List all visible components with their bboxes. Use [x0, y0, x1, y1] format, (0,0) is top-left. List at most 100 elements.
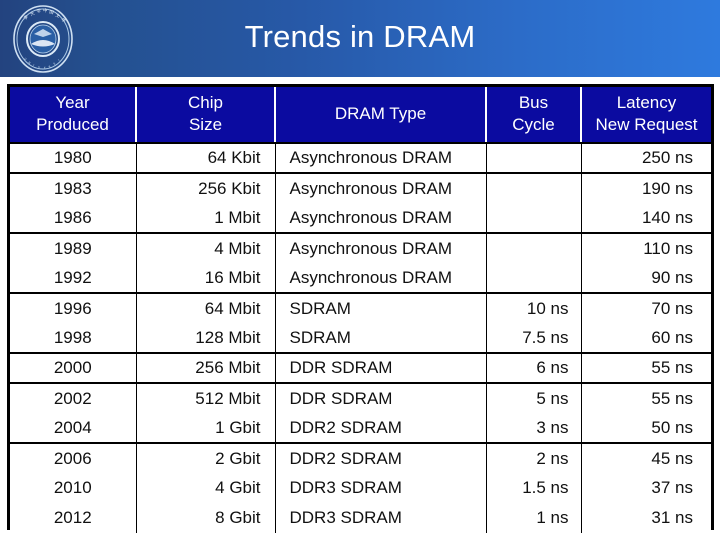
column-header-latency-line1: Latency — [616, 92, 677, 112]
table-row: 2010 4 Gbit DDR3 SDRAM 1.5 ns 37 ns — [10, 473, 711, 503]
cell-dram-type: Asynchronous DRAM — [274, 143, 486, 174]
cell-chip-size: 64 Mbit — [135, 293, 275, 323]
cell-dram-type: DDR SDRAM — [274, 383, 486, 413]
table-row: 1992 16 Mbit Asynchronous DRAM 90 ns — [10, 263, 711, 294]
cell-chip-size: 16 Mbit — [135, 263, 275, 294]
column-header-chip-size-line2: Size — [188, 114, 223, 134]
cell-bus-cycle: 2 ns — [485, 443, 581, 473]
cell-year-produced: 1996 — [10, 293, 136, 323]
svg-text:E: E — [44, 66, 46, 70]
cell-chip-size: 4 Mbit — [135, 233, 275, 263]
table-row: 1998 128 Mbit SDRAM 7.5 ns 60 ns — [10, 323, 711, 354]
cell-bus-cycle: 1.5 ns — [485, 473, 581, 503]
column-header-latency-line2: New Request — [595, 114, 698, 134]
column-header-chip-size-line1: Chip — [188, 92, 223, 112]
cell-year-produced: 1998 — [10, 323, 136, 354]
table-row: 1989 4 Mbit Asynchronous DRAM 110 ns — [10, 233, 711, 263]
cell-dram-type: Asynchronous DRAM — [274, 233, 486, 263]
cell-year-produced: 1980 — [10, 143, 136, 174]
cell-bus-cycle — [485, 263, 581, 294]
cell-dram-type: DDR2 SDRAM — [274, 413, 486, 444]
page-title: Trends in DRAM — [244, 19, 476, 54]
table-header-row: Year Produced Chip Size DRAM Type Bus Cy… — [10, 87, 711, 144]
cell-latency-new-request: 250 ns — [580, 143, 711, 174]
svg-text:中: 中 — [43, 7, 47, 14]
cell-latency-new-request: 50 ns — [580, 413, 711, 444]
cell-chip-size: 64 Kbit — [135, 143, 275, 174]
column-header-year-produced-line2: Produced — [36, 114, 109, 134]
dram-trends-table-container: Year Produced Chip Size DRAM Type Bus Cy… — [7, 84, 714, 533]
cell-bus-cycle: 10 ns — [485, 293, 581, 323]
table-row: 2004 1 Gbit DDR2 SDRAM 3 ns 50 ns — [10, 413, 711, 444]
cell-bus-cycle — [485, 203, 581, 234]
cell-latency-new-request: 37 ns — [580, 473, 711, 503]
cell-year-produced: 2006 — [10, 443, 136, 473]
cell-year-produced: 1989 — [10, 233, 136, 263]
cell-chip-size: 1 Mbit — [135, 203, 275, 234]
cell-dram-type: DDR SDRAM — [274, 353, 486, 384]
cell-chip-size: 1 Gbit — [135, 413, 275, 444]
cell-year-produced: 2012 — [10, 503, 136, 533]
cell-chip-size: 256 Mbit — [135, 353, 275, 384]
column-header-bus-cycle-line2: Cycle — [512, 114, 555, 134]
cell-latency-new-request: 55 ns — [580, 383, 711, 413]
cell-bus-cycle: 1 ns — [485, 503, 581, 533]
table-row: 2002 512 Mbit DDR SDRAM 5 ns 55 ns — [10, 383, 711, 413]
dram-trends-table: Year Produced Chip Size DRAM Type Bus Cy… — [10, 87, 711, 533]
cell-year-produced: 1983 — [10, 173, 136, 203]
cell-year-produced: 2010 — [10, 473, 136, 503]
cell-chip-size: 512 Mbit — [135, 383, 275, 413]
column-header-dram-type-line1: DRAM Type — [334, 103, 427, 123]
cell-dram-type: DDR3 SDRAM — [274, 503, 486, 533]
table-header: Year Produced Chip Size DRAM Type Bus Cy… — [10, 87, 711, 144]
table-row: 2006 2 Gbit DDR2 SDRAM 2 ns 45 ns — [10, 443, 711, 473]
table-body: 1980 64 Kbit Asynchronous DRAM 250 ns 1983 25… — [10, 143, 711, 533]
column-header-latency-new-request: Latency New Request — [580, 87, 711, 144]
column-header-bus-cycle: Bus Cycle — [485, 87, 581, 144]
cell-year-produced: 2004 — [10, 413, 136, 444]
cell-latency-new-request: 90 ns — [580, 263, 711, 294]
cell-bus-cycle: 3 ns — [485, 413, 581, 444]
column-header-year-produced: Year Produced — [10, 87, 136, 144]
cell-bus-cycle — [485, 173, 581, 203]
cell-latency-new-request: 45 ns — [580, 443, 711, 473]
cell-chip-size: 128 Mbit — [135, 323, 275, 354]
table-row: 1996 64 Mbit SDRAM 10 ns 70 ns — [10, 293, 711, 323]
cell-bus-cycle — [485, 233, 581, 263]
cell-dram-type: Asynchronous DRAM — [274, 203, 486, 234]
cell-latency-new-request: 55 ns — [580, 353, 711, 384]
cell-bus-cycle: 6 ns — [485, 353, 581, 384]
cell-chip-size: 8 Gbit — [135, 503, 275, 533]
cell-dram-type: DDR3 SDRAM — [274, 473, 486, 503]
cell-latency-new-request: 190 ns — [580, 173, 711, 203]
cell-bus-cycle: 5 ns — [485, 383, 581, 413]
svg-text:R: R — [48, 65, 51, 69]
cell-bus-cycle — [485, 143, 581, 174]
table-row: 2000 256 Mbit DDR SDRAM 6 ns 55 ns — [10, 353, 711, 384]
table-row: 2012 8 Gbit DDR3 SDRAM 1 ns 31 ns — [10, 503, 711, 533]
cell-latency-new-request: 110 ns — [580, 233, 711, 263]
column-header-dram-type: DRAM Type — [274, 87, 486, 144]
cell-year-produced: 1992 — [10, 263, 136, 294]
cell-chip-size: 256 Kbit — [135, 173, 275, 203]
slide-title-banner: 李 大 学 中 国 文 华 U N I V E R S I Trends in … — [0, 0, 720, 77]
table-row: 1986 1 Mbit Asynchronous DRAM 140 ns — [10, 203, 711, 234]
column-header-bus-cycle-line1: Bus — [518, 92, 549, 112]
cell-bus-cycle: 7.5 ns — [485, 323, 581, 354]
svg-text:I: I — [57, 58, 60, 62]
cell-latency-new-request: 60 ns — [580, 323, 711, 354]
cell-chip-size: 2 Gbit — [135, 443, 275, 473]
cell-dram-type: DDR2 SDRAM — [274, 443, 486, 473]
slide-canvas: 李 大 学 中 国 文 华 U N I V E R S I Trends in … — [0, 0, 720, 540]
cell-dram-type: SDRAM — [274, 293, 486, 323]
cell-year-produced: 2000 — [10, 353, 136, 384]
cell-dram-type: SDRAM — [274, 323, 486, 354]
cell-latency-new-request: 70 ns — [580, 293, 711, 323]
table-row: 1980 64 Kbit Asynchronous DRAM 250 ns — [10, 143, 711, 174]
cell-latency-new-request: 140 ns — [580, 203, 711, 234]
cell-chip-size: 4 Gbit — [135, 473, 275, 503]
cell-year-produced: 2002 — [10, 383, 136, 413]
cell-dram-type: Asynchronous DRAM — [274, 263, 486, 294]
cell-dram-type: Asynchronous DRAM — [274, 173, 486, 203]
cell-year-produced: 1986 — [10, 203, 136, 234]
